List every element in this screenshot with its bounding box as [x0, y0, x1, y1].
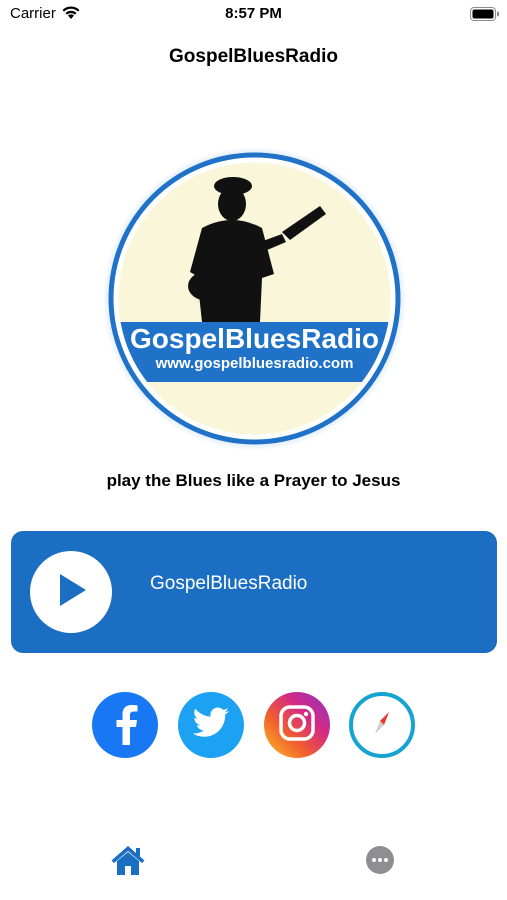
page-title: GospelBluesRadio — [169, 46, 338, 67]
safari-compass-icon — [362, 703, 402, 748]
play-icon — [54, 572, 88, 613]
social-links — [0, 692, 507, 758]
battery-icon — [470, 7, 500, 26]
logo-brand-text: GospelBluesRadio — [130, 323, 379, 354]
tab-more[interactable] — [360, 845, 400, 879]
tab-bar — [0, 830, 507, 900]
instagram-icon — [278, 704, 316, 747]
status-bar: Carrier 8:57 PM — [0, 0, 507, 30]
facebook-icon — [108, 701, 142, 750]
twitter-button[interactable] — [178, 692, 244, 758]
play-button[interactable] — [30, 551, 112, 633]
twitter-icon — [192, 707, 230, 744]
station-name: GospelBluesRadio — [150, 573, 308, 594]
home-icon — [110, 844, 146, 881]
status-time: 8:57 PM — [225, 5, 282, 22]
tab-home[interactable] — [108, 845, 148, 879]
station-logo: GospelBluesRadio www.gospelbluesradio.co… — [102, 146, 407, 451]
website-button[interactable] — [349, 692, 415, 758]
station-tagline: play the Blues like a Prayer to Jesus — [106, 471, 401, 490]
logo-url-text: www.gospelbluesradio.com — [155, 355, 354, 372]
player-card[interactable]: GospelBluesRadio — [11, 531, 497, 653]
facebook-button[interactable] — [92, 692, 158, 758]
more-icon — [365, 845, 395, 880]
instagram-button[interactable] — [264, 692, 330, 758]
